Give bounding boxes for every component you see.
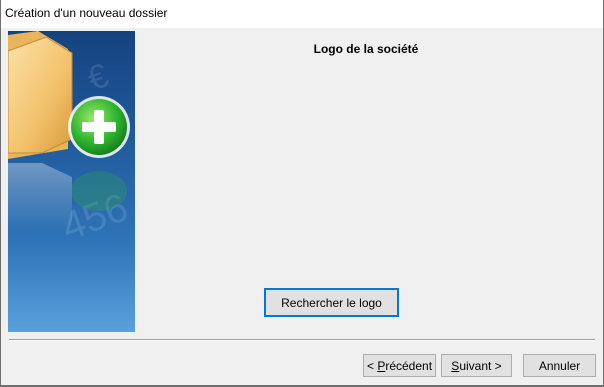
wizard-side-banner: € 456 [8, 31, 135, 332]
previous-prefix: < [366, 358, 378, 373]
cancel-button[interactable]: Annuler [523, 354, 596, 377]
folder-add-icon: € 456 [8, 31, 134, 249]
dialog-window: Création d'un nouveau dossier € 456 Logo… [0, 0, 604, 387]
next-accelerator: S [451, 358, 460, 373]
previous-button[interactable]: < Précédent [363, 354, 436, 377]
footer-separator [9, 339, 595, 341]
page-heading: Logo de la société [313, 42, 419, 56]
next-button[interactable]: Suivant > [441, 354, 512, 377]
svg-text:€: € [83, 56, 114, 98]
previous-label: récédent [385, 358, 433, 373]
window-title: Création d'un nouveau dossier [5, 6, 168, 20]
title-bar[interactable]: Création d'un nouveau dossier [1, 0, 603, 28]
previous-accelerator: P [377, 358, 386, 373]
browse-logo-button[interactable]: Rechercher le logo [264, 288, 399, 317]
next-label: uivant > [459, 358, 502, 373]
